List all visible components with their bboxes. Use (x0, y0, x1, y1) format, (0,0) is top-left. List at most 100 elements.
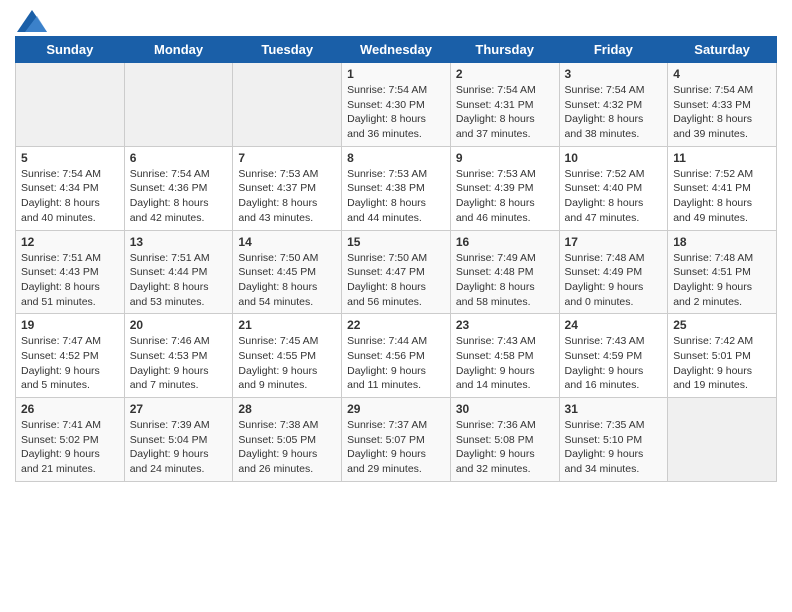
day-info: Sunrise: 7:44 AM Sunset: 4:56 PM Dayligh… (347, 334, 445, 393)
calendar-cell: 28Sunrise: 7:38 AM Sunset: 5:05 PM Dayli… (233, 398, 342, 482)
day-info: Sunrise: 7:54 AM Sunset: 4:36 PM Dayligh… (130, 167, 228, 226)
day-number: 10 (565, 151, 663, 165)
week-row-5: 26 Sunrise: 7:41 AM Sunset: 5:02 PM Dayli… (16, 398, 777, 482)
day-header-thursday: Thursday (450, 37, 559, 63)
logo-icon (17, 10, 47, 32)
day-number: 22 (347, 318, 445, 332)
day-info: Sunrise: 7:48 AM Sunset: 4:51 PM Dayligh… (673, 251, 771, 310)
day-info: Sunrise: 7:35 AM Sunset: 5:10 PM Dayligh… (565, 418, 663, 477)
day-header-tuesday: Tuesday (233, 37, 342, 63)
calendar-cell: 3 Sunrise: 7:54 AM Sunset: 4:32 PM Daylig… (559, 63, 668, 147)
calendar-cell (668, 398, 777, 482)
day-number: 7 (238, 151, 336, 165)
calendar-cell: 4 Sunrise: 7:54 AM Sunset: 4:33 PM Daylig… (668, 63, 777, 147)
day-info: Sunrise: 7:54 AM Sunset: 4:31 PM Dayligh… (456, 83, 554, 142)
calendar-cell: 7 Sunrise: 7:53 AM Sunset: 4:37 PM Daylig… (233, 146, 342, 230)
calendar-cell: 17Sunrise: 7:48 AM Sunset: 4:49 PM Dayli… (559, 230, 668, 314)
day-info: Sunrise: 7:50 AM Sunset: 4:47 PM Dayligh… (347, 251, 445, 310)
day-info: Sunrise: 7:54 AM Sunset: 4:33 PM Dayligh… (673, 83, 771, 142)
day-number: 24 (565, 318, 663, 332)
day-info: Sunrise: 7:51 AM Sunset: 4:44 PM Dayligh… (130, 251, 228, 310)
day-info: Sunrise: 7:36 AM Sunset: 5:08 PM Dayligh… (456, 418, 554, 477)
calendar-cell (124, 63, 233, 147)
day-number: 18 (673, 235, 771, 249)
day-number: 15 (347, 235, 445, 249)
day-info: Sunrise: 7:49 AM Sunset: 4:48 PM Dayligh… (456, 251, 554, 310)
calendar-cell: 13 Sunrise: 7:51 AM Sunset: 4:44 PM Dayli… (124, 230, 233, 314)
calendar-cell: 27 Sunrise: 7:39 AM Sunset: 5:04 PM Dayli… (124, 398, 233, 482)
day-number: 16 (456, 235, 554, 249)
day-number: 21 (238, 318, 336, 332)
week-row-2: 5Sunrise: 7:54 AM Sunset: 4:34 PM Daylig… (16, 146, 777, 230)
day-info: Sunrise: 7:51 AM Sunset: 4:43 PM Dayligh… (21, 251, 119, 310)
calendar-cell: 12 Sunrise: 7:51 AM Sunset: 4:43 PM Dayli… (16, 230, 125, 314)
calendar-table: SundayMondayTuesdayWednesdayThursdayFrid… (15, 36, 777, 482)
day-number: 27 (130, 402, 228, 416)
day-info: Sunrise: 7:50 AM Sunset: 4:45 PM Dayligh… (238, 251, 336, 310)
day-info: Sunrise: 7:46 AM Sunset: 4:53 PM Dayligh… (130, 334, 228, 393)
day-info: Sunrise: 7:37 AM Sunset: 5:07 PM Dayligh… (347, 418, 445, 477)
day-info: Sunrise: 7:39 AM Sunset: 5:04 PM Dayligh… (130, 418, 228, 477)
day-info: Sunrise: 7:53 AM Sunset: 4:37 PM Dayligh… (238, 167, 336, 226)
day-number: 1 (347, 67, 445, 81)
day-info: Sunrise: 7:53 AM Sunset: 4:38 PM Dayligh… (347, 167, 445, 226)
day-number: 5 (21, 151, 119, 165)
day-number: 19 (21, 318, 119, 332)
calendar-cell (233, 63, 342, 147)
day-number: 12 (21, 235, 119, 249)
day-number: 9 (456, 151, 554, 165)
calendar-cell: 10 Sunrise: 7:52 AM Sunset: 4:40 PM Dayli… (559, 146, 668, 230)
day-number: 14 (238, 235, 336, 249)
calendar-cell: 19 Sunrise: 7:47 AM Sunset: 4:52 PM Dayli… (16, 314, 125, 398)
main-container: SundayMondayTuesdayWednesdayThursdayFrid… (0, 0, 792, 492)
calendar-cell: 21Sunrise: 7:45 AM Sunset: 4:55 PM Dayli… (233, 314, 342, 398)
day-number: 11 (673, 151, 771, 165)
day-header-saturday: Saturday (668, 37, 777, 63)
day-info: Sunrise: 7:41 AM Sunset: 5:02 PM Dayligh… (21, 418, 119, 477)
calendar-cell (16, 63, 125, 147)
day-info: Sunrise: 7:42 AM Sunset: 5:01 PM Dayligh… (673, 334, 771, 393)
logo (15, 10, 47, 28)
calendar-cell: 26 Sunrise: 7:41 AM Sunset: 5:02 PM Dayli… (16, 398, 125, 482)
day-number: 25 (673, 318, 771, 332)
day-number: 20 (130, 318, 228, 332)
day-number: 28 (238, 402, 336, 416)
day-number: 23 (456, 318, 554, 332)
day-info: Sunrise: 7:52 AM Sunset: 4:40 PM Dayligh… (565, 167, 663, 226)
calendar-cell: 16 Sunrise: 7:49 AM Sunset: 4:48 PM Dayli… (450, 230, 559, 314)
calendar-cell: 31 Sunrise: 7:35 AM Sunset: 5:10 PM Dayli… (559, 398, 668, 482)
calendar-cell: 2 Sunrise: 7:54 AM Sunset: 4:31 PM Daylig… (450, 63, 559, 147)
calendar-cell: 29 Sunrise: 7:37 AM Sunset: 5:07 PM Dayli… (342, 398, 451, 482)
day-info: Sunrise: 7:43 AM Sunset: 4:58 PM Dayligh… (456, 334, 554, 393)
day-info: Sunrise: 7:47 AM Sunset: 4:52 PM Dayligh… (21, 334, 119, 393)
calendar-cell: 22 Sunrise: 7:44 AM Sunset: 4:56 PM Dayli… (342, 314, 451, 398)
day-number: 26 (21, 402, 119, 416)
day-header-wednesday: Wednesday (342, 37, 451, 63)
week-row-4: 19 Sunrise: 7:47 AM Sunset: 4:52 PM Dayli… (16, 314, 777, 398)
day-number: 29 (347, 402, 445, 416)
day-info: Sunrise: 7:54 AM Sunset: 4:32 PM Dayligh… (565, 83, 663, 142)
calendar-cell: 8Sunrise: 7:53 AM Sunset: 4:38 PM Daylig… (342, 146, 451, 230)
week-row-3: 12 Sunrise: 7:51 AM Sunset: 4:43 PM Dayli… (16, 230, 777, 314)
calendar-cell: 25 Sunrise: 7:42 AM Sunset: 5:01 PM Dayli… (668, 314, 777, 398)
calendar-cell: 11 Sunrise: 7:52 AM Sunset: 4:41 PM Dayli… (668, 146, 777, 230)
day-info: Sunrise: 7:43 AM Sunset: 4:59 PM Dayligh… (565, 334, 663, 393)
day-info: Sunrise: 7:54 AM Sunset: 4:30 PM Dayligh… (347, 83, 445, 142)
day-info: Sunrise: 7:48 AM Sunset: 4:49 PM Dayligh… (565, 251, 663, 310)
day-number: 31 (565, 402, 663, 416)
header (15, 10, 777, 28)
calendar-cell: 18 Sunrise: 7:48 AM Sunset: 4:51 PM Dayli… (668, 230, 777, 314)
day-info: Sunrise: 7:52 AM Sunset: 4:41 PM Dayligh… (673, 167, 771, 226)
day-number: 4 (673, 67, 771, 81)
calendar-cell: 9Sunrise: 7:53 AM Sunset: 4:39 PM Daylig… (450, 146, 559, 230)
calendar-cell: 20 Sunrise: 7:46 AM Sunset: 4:53 PM Dayli… (124, 314, 233, 398)
header-row: SundayMondayTuesdayWednesdayThursdayFrid… (16, 37, 777, 63)
day-number: 13 (130, 235, 228, 249)
calendar-cell: 5Sunrise: 7:54 AM Sunset: 4:34 PM Daylig… (16, 146, 125, 230)
day-number: 2 (456, 67, 554, 81)
day-header-sunday: Sunday (16, 37, 125, 63)
calendar-cell: 6Sunrise: 7:54 AM Sunset: 4:36 PM Daylig… (124, 146, 233, 230)
week-row-1: 1 Sunrise: 7:54 AM Sunset: 4:30 PM Daylig… (16, 63, 777, 147)
calendar-cell: 30Sunrise: 7:36 AM Sunset: 5:08 PM Dayli… (450, 398, 559, 482)
day-number: 3 (565, 67, 663, 81)
